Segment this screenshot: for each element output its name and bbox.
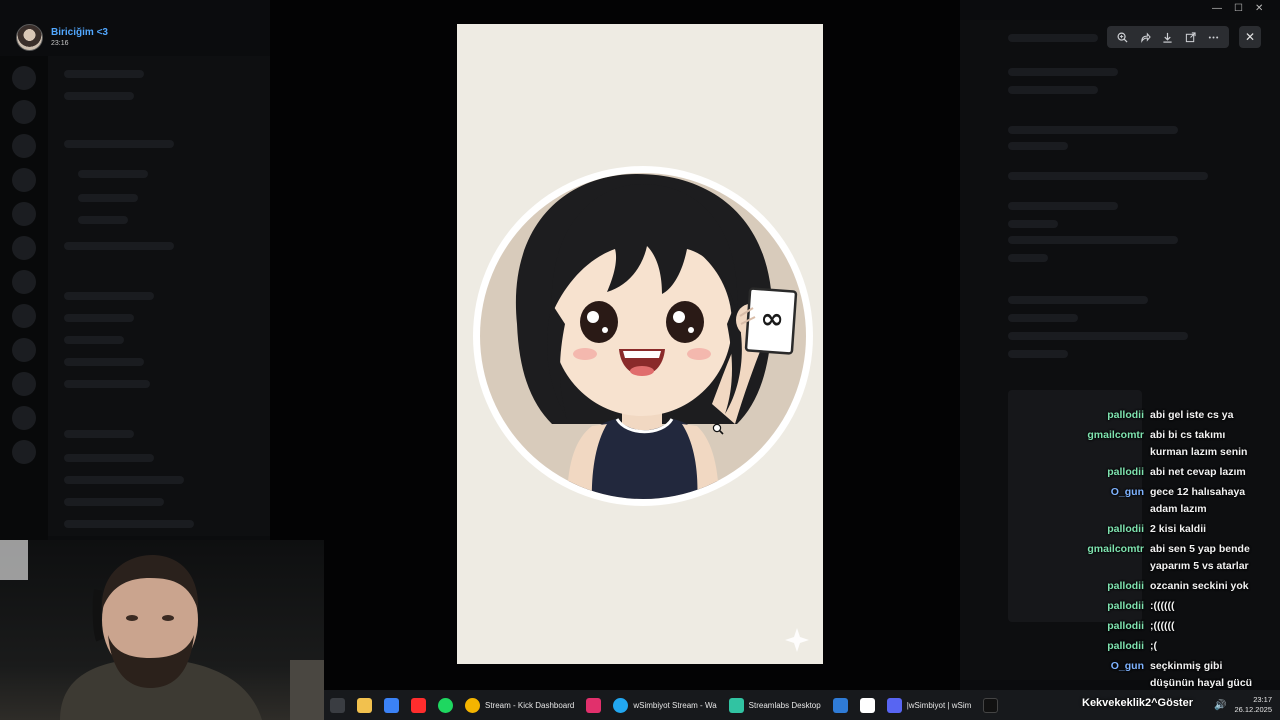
chat-username: O_gun: [1110, 660, 1144, 672]
taskbar-label: |wSimbiyot | wSim: [906, 700, 972, 710]
taskbar-item-discord[interactable]: |wSimbiyot | wSim: [881, 690, 978, 720]
stream-chat-overlay: pallodii abi gel iste cs ya gmailcomtr a…: [1010, 407, 1272, 712]
chat-message: pallodii :((((((: [1010, 598, 1272, 615]
chat-message: pallodii ;(: [1010, 638, 1272, 655]
store-icon: [384, 697, 399, 713]
close-icon[interactable]: ✕: [1239, 26, 1261, 48]
edge-icon: [613, 697, 629, 713]
channel-list: [48, 56, 270, 536]
window-controls: — ☐ ✕: [1212, 3, 1263, 14]
window-close-icon[interactable]: ✕: [1255, 3, 1263, 14]
taskbar-item-youtube[interactable]: [405, 690, 432, 720]
forward-icon[interactable]: [1136, 28, 1154, 46]
folder-icon: [357, 697, 372, 713]
chat-message: pallodii 2 kisi kaldii: [1010, 521, 1272, 538]
chat-username: pallodii: [1107, 523, 1144, 535]
chat-username: pallodii: [1107, 640, 1144, 652]
chibi-illustration: ∞: [473, 166, 813, 652]
zoom-cursor-icon: [712, 423, 724, 435]
post-time: 23:16: [51, 39, 69, 47]
taskbar-label: Streamlabs Desktop: [748, 700, 821, 710]
volume-icon[interactable]: 🔊: [1214, 700, 1226, 711]
chat-username: gmailcomtr: [1087, 543, 1144, 555]
overlay-text: Kekvekeklik2^Göster: [1082, 697, 1193, 709]
chat-message: pallodii abi net cevap lazım: [1010, 464, 1272, 481]
chat-username: pallodii: [1107, 620, 1144, 632]
card-symbol: ∞: [760, 302, 783, 335]
taskbar-item-edge[interactable]: wSimbiyot Stream - Wa: [607, 690, 722, 720]
chat-message: pallodii ;((((((: [1010, 618, 1272, 635]
chat-text: :((((((: [1150, 600, 1175, 612]
image-author[interactable]: Biriciğim <3 23:16: [16, 24, 108, 51]
chat-text: 2 kisi kaldii: [1150, 523, 1207, 535]
chat-message: pallodii ozcanin seckini yok: [1010, 578, 1272, 595]
outlook-icon: [832, 697, 848, 713]
chat-text: abi gel iste cs ya: [1150, 409, 1234, 421]
download-icon[interactable]: [1159, 28, 1177, 46]
image-preview[interactable]: ∞: [457, 24, 823, 664]
server-rail: [0, 56, 48, 556]
sparkle-icon: [785, 628, 809, 652]
capcut-icon: [859, 697, 875, 713]
webcam-feed: [0, 540, 324, 720]
taskbar-item-streamlabs[interactable]: Streamlabs Desktop: [723, 690, 827, 720]
chat-text: ;((((((: [1150, 620, 1175, 632]
chat-text: ;(: [1150, 640, 1157, 652]
chat-text: abi net cevap lazım: [1150, 466, 1246, 478]
taskbar-item-outlook[interactable]: [827, 690, 854, 720]
youtube-icon: [411, 697, 426, 713]
tiktok-icon: [983, 697, 999, 713]
chat-message: O_gun gece 12 halısahaya adam lazım: [1010, 484, 1272, 518]
taskbar-item-chrome[interactable]: Stream - Kick Dashboard: [459, 690, 580, 720]
chat-username: pallodii: [1107, 580, 1144, 592]
maximize-icon[interactable]: ☐: [1234, 3, 1243, 14]
chat-text: ozcanin seckini yok: [1150, 580, 1249, 592]
taskbar-item-files[interactable]: [324, 690, 351, 720]
streamlabs-icon: [728, 697, 744, 713]
spotify-icon: [438, 697, 453, 713]
avatar: [16, 24, 43, 51]
chat-text: abi sen 5 yap bende yaparım 5 vs atarlar: [1150, 543, 1250, 572]
chat-message: gmailcomtr abi sen 5 yap bende yaparım 5…: [1010, 541, 1272, 575]
zoom-in-icon[interactable]: [1113, 28, 1131, 46]
chat-message: pallodii abi gel iste cs ya: [1010, 407, 1272, 424]
system-tray: 🔊 23:17 26.12.2025: [1214, 690, 1272, 720]
external-link-icon[interactable]: [1182, 28, 1200, 46]
image-toolbar: [1107, 26, 1229, 48]
taskbar-item-capcut[interactable]: [854, 690, 881, 720]
taskbar-label: wSimbiyot Stream - Wa: [633, 700, 717, 710]
taskbar-item-store[interactable]: [378, 690, 405, 720]
taskbar-clock[interactable]: 23:17 26.12.2025: [1234, 695, 1272, 715]
clock-time: 23:17: [1253, 695, 1272, 704]
chat-message: gmailcomtr abi bi cs takımı kurman lazım…: [1010, 427, 1272, 461]
chat-text: abi bi cs takımı kurman lazım senin: [1150, 429, 1248, 458]
taskbar-item-tiktok[interactable]: [977, 690, 1004, 720]
clock-date: 26.12.2025: [1234, 705, 1272, 714]
taskbar-label: Stream - Kick Dashboard: [485, 700, 575, 710]
chat-username: gmailcomtr: [1087, 429, 1144, 441]
more-icon[interactable]: [1205, 28, 1223, 46]
chrome-icon: [465, 697, 480, 713]
taskbar-item-explorer[interactable]: [351, 690, 378, 720]
files-icon: [330, 697, 345, 713]
chat-text: gece 12 halısahaya adam lazım: [1150, 486, 1246, 515]
discord-icon: [886, 697, 902, 713]
instagram-icon: [586, 697, 602, 713]
chat-username: pallodii: [1107, 600, 1144, 612]
chat-username: pallodii: [1107, 409, 1144, 421]
taskbar-item-spotify[interactable]: [432, 690, 459, 720]
author-name: Biriciğim <3: [51, 26, 108, 38]
taskbar-item-instagram[interactable]: [580, 690, 607, 720]
minimize-icon[interactable]: —: [1212, 3, 1222, 14]
chat-username: O_gun: [1110, 486, 1144, 498]
chat-username: pallodii: [1107, 466, 1144, 478]
